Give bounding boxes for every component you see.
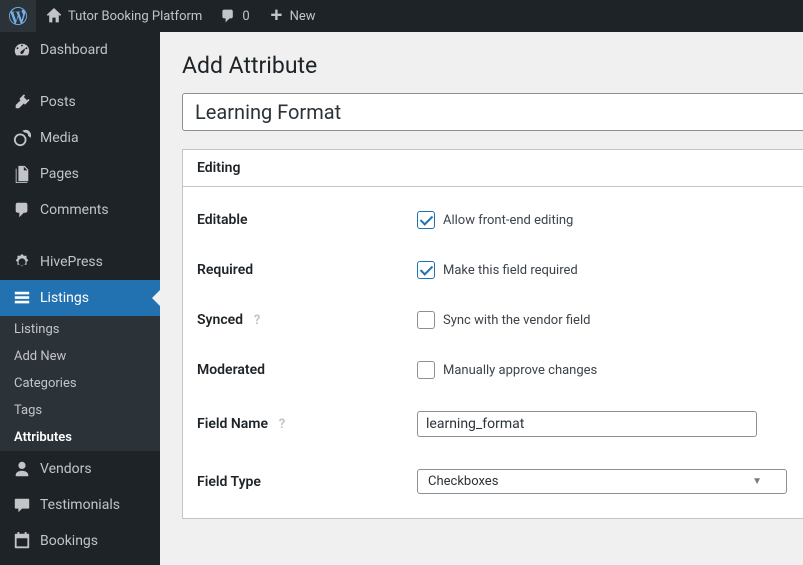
comment-icon xyxy=(218,6,238,26)
pin-icon xyxy=(12,92,32,112)
moderated-option-label: Manually approve changes xyxy=(443,363,597,378)
user-icon xyxy=(12,459,32,479)
required-option-label: Make this field required xyxy=(443,263,578,278)
synced-option-label: Sync with the vendor field xyxy=(443,313,590,328)
attribute-title-input[interactable] xyxy=(182,93,803,131)
row-label-fieldtype: Field Type xyxy=(197,474,417,490)
testimonial-icon xyxy=(12,495,32,515)
sidebar-item-dashboard[interactable]: Dashboard xyxy=(0,32,160,68)
dashboard-icon xyxy=(12,40,32,60)
calendar-icon xyxy=(12,531,32,551)
site-name-label: Tutor Booking Platform xyxy=(68,9,202,24)
row-label-required: Required xyxy=(197,262,417,278)
sidebar-item-bookings[interactable]: Bookings xyxy=(0,523,160,559)
row-field-name: Field Name ? xyxy=(197,395,789,453)
comments-icon xyxy=(12,200,32,220)
editable-option-label: Allow front-end editing xyxy=(443,213,573,228)
comments-count: 0 xyxy=(242,9,249,24)
sidebar-item-label: Dashboard xyxy=(40,42,108,58)
row-label-synced: Synced ? xyxy=(197,312,417,328)
new-content-menu[interactable]: New xyxy=(258,0,324,32)
row-required: Required Make this field required xyxy=(197,245,789,295)
sidebar-item-label: Bookings xyxy=(40,533,98,549)
submenu-item-listings[interactable]: Listings xyxy=(0,316,160,343)
sidebar-item-posts[interactable]: Posts xyxy=(0,84,160,120)
row-label-editable: Editable xyxy=(197,212,417,228)
editable-checkbox[interactable] xyxy=(417,211,435,229)
home-icon xyxy=(44,6,64,26)
field-type-select[interactable]: Checkboxes ▼ xyxy=(417,469,787,494)
row-label-fieldname: Field Name ? xyxy=(197,416,417,432)
row-moderated: Moderated Manually approve changes xyxy=(197,345,789,395)
sidebar-item-label: Pages xyxy=(40,166,79,182)
sidebar-item-label: Vendors xyxy=(40,461,92,477)
admin-topbar: Tutor Booking Platform 0 New xyxy=(0,0,803,32)
sidebar-item-listings[interactable]: Listings xyxy=(0,280,160,316)
sidebar-submenu: Listings Add New Categories Tags Attribu… xyxy=(0,316,160,451)
help-icon[interactable]: ? xyxy=(249,312,265,328)
field-name-input[interactable] xyxy=(417,411,757,437)
required-checkbox[interactable] xyxy=(417,261,435,279)
sidebar-item-media[interactable]: Media xyxy=(0,120,160,156)
sidebar-item-label: Media xyxy=(40,130,79,146)
submenu-item-tags[interactable]: Tags xyxy=(0,397,160,424)
admin-sidebar: Dashboard Posts Media Pages Comments Hiv… xyxy=(0,32,160,565)
sidebar-item-vendors[interactable]: Vendors xyxy=(0,451,160,487)
new-label: New xyxy=(290,9,316,24)
wp-logo-menu[interactable] xyxy=(0,0,36,32)
submenu-item-addnew[interactable]: Add New xyxy=(0,343,160,370)
row-synced: Synced ? Sync with the vendor field xyxy=(197,295,789,345)
sidebar-item-label: Testimonials xyxy=(40,497,120,513)
wordpress-icon xyxy=(8,6,28,26)
submenu-item-attributes[interactable]: Attributes xyxy=(0,424,160,451)
row-label-moderated: Moderated xyxy=(197,362,417,378)
site-name-menu[interactable]: Tutor Booking Platform xyxy=(36,0,210,32)
panel-heading: Editing xyxy=(183,150,803,187)
sidebar-item-pages[interactable]: Pages xyxy=(0,156,160,192)
gear-icon xyxy=(12,252,32,272)
sidebar-item-label: Comments xyxy=(40,202,109,218)
comments-menu[interactable]: 0 xyxy=(210,0,257,32)
field-type-value: Checkboxes xyxy=(428,474,498,489)
list-icon xyxy=(12,288,32,308)
sidebar-item-label: HivePress xyxy=(40,254,103,270)
synced-checkbox[interactable] xyxy=(417,311,435,329)
row-field-type: Field Type Checkboxes ▼ xyxy=(197,453,789,510)
main-content: Add Attribute Editing Editable Allow fro… xyxy=(160,32,803,565)
media-icon xyxy=(12,128,32,148)
sidebar-item-hivepress[interactable]: HivePress xyxy=(0,244,160,280)
help-icon[interactable]: ? xyxy=(274,416,290,432)
sidebar-item-label: Posts xyxy=(40,94,76,110)
plus-icon xyxy=(266,6,286,26)
sidebar-item-testimonials[interactable]: Testimonials xyxy=(0,487,160,523)
sidebar-item-comments[interactable]: Comments xyxy=(0,192,160,228)
page-icon xyxy=(12,164,32,184)
sidebar-item-label: Listings xyxy=(40,290,89,306)
editing-panel: Editing Editable Allow front-end editing… xyxy=(182,149,803,519)
moderated-checkbox[interactable] xyxy=(417,361,435,379)
page-title: Add Attribute xyxy=(182,52,803,79)
row-editable: Editable Allow front-end editing xyxy=(197,195,789,245)
submenu-item-categories[interactable]: Categories xyxy=(0,370,160,397)
chevron-down-icon: ▼ xyxy=(752,476,762,487)
